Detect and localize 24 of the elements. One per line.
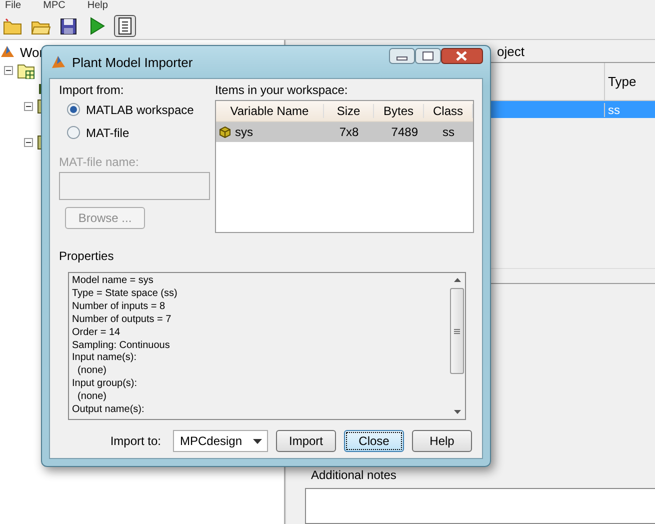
section-label: Properties [59,249,115,264]
table-cell: sys [235,125,253,139]
section-label: Import from: [59,83,125,98]
table-cell: ss [604,102,655,116]
field-label: MAT-file name: [59,155,140,170]
text-line: Type = State space (ss) [72,288,178,301]
text-line: (none) [76,365,108,378]
section-label: Additional notes [310,467,398,484]
table-cell: ss [442,125,454,139]
field-label: Import to: [110,434,161,448]
window-title: Plant Model Importer [72,54,193,70]
table-cell: 7x8 [339,125,359,139]
text-line: Input name(s): [72,352,138,366]
text-line: Input group(s): [72,378,138,392]
text-line: Model name = sys [72,275,154,288]
panel-heading: oject [497,44,524,58]
text-line: Output name(s): [72,404,146,417]
text-line: Sampling: Continuous [72,340,171,352]
text-line: Number of inputs = 8 [72,300,166,314]
section-label: Items in your workspace: [215,83,349,98]
table-cell: 7489 [391,125,418,139]
text-line: (none) [76,391,108,404]
text-line: Order = 14 [72,326,122,340]
text-line: Number of outputs = 7 [72,314,172,327]
